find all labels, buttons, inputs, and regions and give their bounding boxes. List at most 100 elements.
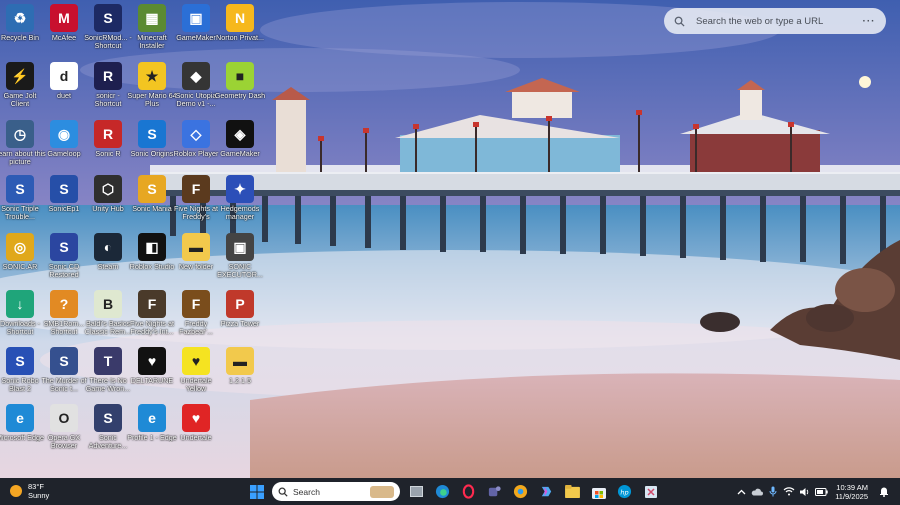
browser-search-widget[interactable]: Search the web or type a URL ··· <box>664 8 886 34</box>
onedrive-icon[interactable] <box>749 484 765 500</box>
desktop-icon[interactable]: ▦ Minecraft Installer <box>129 4 175 51</box>
desktop-icon[interactable]: ▬ New folder <box>173 233 219 271</box>
desktop-icon[interactable]: ? SMB1Rom... Shortcut <box>41 290 87 337</box>
desktop-icon[interactable]: ◇ Roblox Player <box>173 120 219 158</box>
desktop-icon-image: ▬ <box>182 233 210 261</box>
volume-icon[interactable] <box>797 484 813 500</box>
desktop-icon[interactable]: S Sonic CD Restored <box>41 233 87 280</box>
microphone-icon[interactable] <box>765 484 781 500</box>
taskbar-teams[interactable] <box>484 481 505 502</box>
desktop-icon[interactable]: ◉ Gameloop <box>41 120 87 158</box>
desktop-icon[interactable]: ▣ SONIC EXECUTOR... <box>217 233 263 280</box>
desktop-icon-image: d <box>50 62 78 90</box>
desktop-icon-image: S <box>50 175 78 203</box>
desktop-icon[interactable]: T There Is No Game Wron... <box>85 347 131 394</box>
desktop-icon[interactable]: S Sonic Adventure... <box>85 404 131 451</box>
desktop-icon[interactable]: ⬡ Unity Hub <box>85 175 131 213</box>
desktop-icon[interactable]: S Sonic Mania <box>129 175 175 213</box>
desktop-icon[interactable]: O Opera GX Browser <box>41 404 87 451</box>
weather-widget[interactable]: 83°F Sunny <box>10 482 49 500</box>
desktop-icon[interactable]: S SonicEp1 <box>41 175 87 213</box>
desktop-icon[interactable]: R Sonic R <box>85 120 131 158</box>
desktop-icon-image: ◎ <box>6 233 34 261</box>
desktop-icon[interactable]: ◐ Steam <box>85 233 131 271</box>
desktop-icon-image: F <box>182 175 210 203</box>
desktop-icon-image: ◈ <box>226 120 254 148</box>
desktop-icon[interactable]: S Sonic Triple Trouble... <box>0 175 43 222</box>
desktop-icon[interactable]: ◧ Roblox Studio <box>129 233 175 271</box>
desktop-icon-image: ♻ <box>6 4 34 32</box>
desktop-icon[interactable]: ♥ Undertale Yellow <box>173 347 219 394</box>
chevron-up-icon[interactable] <box>733 484 749 500</box>
desktop-icon[interactable]: N Norton Privat... <box>216 4 264 42</box>
desktop-icon[interactable]: ♻ Recycle Bin <box>0 4 43 42</box>
desktop-icon[interactable]: ♥ Undertale <box>173 404 219 442</box>
notification-bell-icon[interactable] <box>876 484 892 500</box>
battery-icon[interactable] <box>813 484 829 500</box>
desktop-icon[interactable]: F Five Nights at Freddy's <box>173 175 219 222</box>
desktop-icon-label: Geometry Dash <box>214 92 266 100</box>
taskbar-edge-canary[interactable] <box>510 481 531 502</box>
sun-icon <box>10 485 22 497</box>
desktop-icon-image: S <box>50 347 78 375</box>
desktop-icon[interactable]: ↓ Downloads - Shortcut <box>0 290 43 337</box>
desktop-icon[interactable]: S SonicRMod... - Shortcut <box>84 4 132 51</box>
desktop-icon[interactable]: ⚡ Game Jolt Client <box>0 62 43 109</box>
desktop-icon[interactable]: F Freddy Fazbear'... <box>173 290 219 337</box>
desktop-icon[interactable]: S The Murder of Sonic t... <box>41 347 87 394</box>
desktop-icon-image: ★ <box>138 62 166 90</box>
edge-icon <box>435 484 450 499</box>
desktop-icon[interactable]: P Pizza Tower <box>217 290 263 328</box>
taskbar-opera-gx[interactable] <box>458 481 479 502</box>
desktop-icon-image: ⚡ <box>6 62 34 90</box>
desktop-icon-image: S <box>138 175 166 203</box>
desktop-icon-image: B <box>94 290 122 318</box>
desktop-icon[interactable]: B Baldi's Basics Classic Rem... <box>85 290 131 337</box>
search-highlight-icon <box>370 485 394 498</box>
taskbar-snipping-tool[interactable] <box>640 481 661 502</box>
desktop-icon[interactable]: ■ Geometry Dash <box>214 62 266 100</box>
taskbar-hp[interactable]: hp <box>614 481 635 502</box>
task-view-button[interactable] <box>406 481 427 502</box>
desktop-icon-image: ✦ <box>226 175 254 203</box>
desktop-icon-image: F <box>182 290 210 318</box>
desktop-icon[interactable]: ◈ GameMaker <box>217 120 263 158</box>
desktop-icon[interactable]: S Sonic Robo Blast 2 <box>0 347 43 394</box>
taskbar-store[interactable] <box>588 481 609 502</box>
desktop-icon[interactable]: M McAfee <box>41 4 87 42</box>
desktop-icon[interactable]: e Microsoft Edge <box>0 404 44 442</box>
taskbar-file-explorer[interactable] <box>562 481 583 502</box>
desktop-icon[interactable]: ◷Learn about this picture <box>0 120 46 167</box>
taskbar-copilot[interactable] <box>536 481 557 502</box>
desktop-icon[interactable]: ▬ 1.2.1.5 <box>217 347 263 385</box>
windows-icon <box>249 484 264 499</box>
start-button[interactable] <box>246 481 267 502</box>
wifi-icon[interactable] <box>781 484 797 500</box>
taskbar-edge[interactable] <box>432 481 453 502</box>
clock[interactable]: 10:39 AM 11/9/2025 <box>835 483 868 501</box>
desktop-icon[interactable]: ◆ Sonic Utopia Demo v1 -... <box>173 62 219 109</box>
desktop-icon-image: S <box>6 347 34 375</box>
desktop-icon-image: ▣ <box>226 233 254 261</box>
desktop-icon[interactable]: Rsonicr - Shortcut <box>85 62 131 109</box>
desktop-icon-label: GameMaker <box>220 150 260 158</box>
desktop-icon[interactable]: ♥ DELTARUNE <box>129 347 175 385</box>
desktop-icon-image: R <box>94 62 122 90</box>
desktop-icon[interactable]: ▣ GameMaker <box>173 4 219 42</box>
desktop-icon[interactable]: ✦ Hedgemods manager <box>217 175 263 222</box>
search-icon <box>674 16 688 27</box>
svg-text:hp: hp <box>620 488 628 496</box>
taskbar-search-box[interactable]: Search <box>272 482 400 501</box>
desktop-icon-image: O <box>50 404 78 432</box>
desktop-icon[interactable]: F Five Nights at Freddy's Int... <box>129 290 175 337</box>
desktop-icon[interactable]: e Profile 1 - Edge <box>127 404 177 442</box>
desktop-icon[interactable]: d duet <box>41 62 87 100</box>
desktop-icon-label: SONIC EXECUTOR... <box>217 263 263 280</box>
desktop-icon-image: S <box>50 233 78 261</box>
desktop-icon[interactable]: ◎ SONIC.AR <box>0 233 43 271</box>
desktop-icon-image: ? <box>50 290 78 318</box>
desktop-icon[interactable]: ★ Super Mario 64 Plus <box>127 62 177 109</box>
desktop-icon-image: R <box>94 120 122 148</box>
more-options-icon[interactable]: ··· <box>862 16 876 27</box>
desktop-icon[interactable]: S Sonic Origins <box>129 120 175 158</box>
